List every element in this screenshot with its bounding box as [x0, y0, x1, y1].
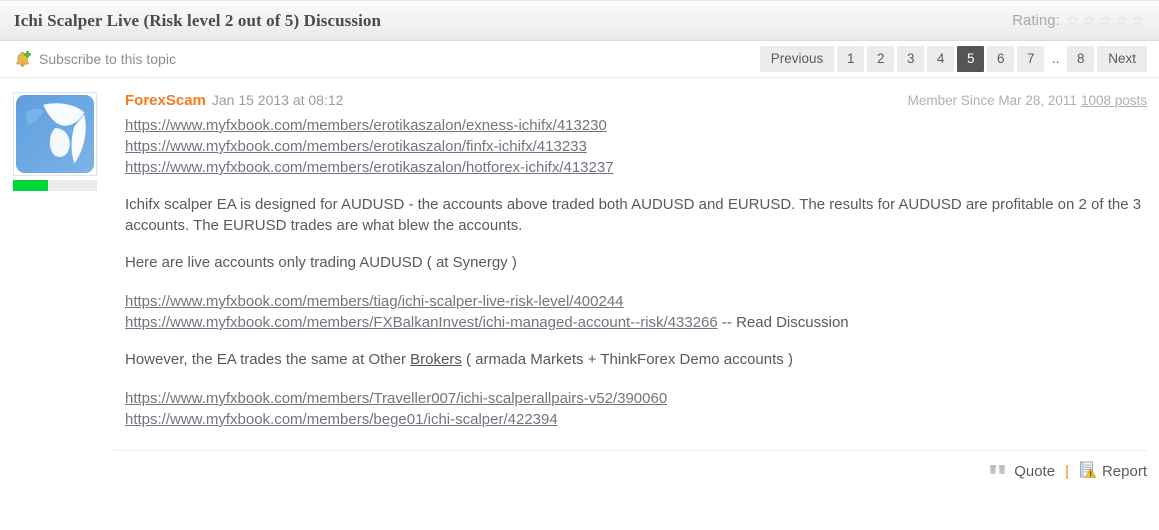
pagination-page-4[interactable]: 4	[927, 46, 955, 72]
subscribe-to-topic-button[interactable]: Subscribe to this topic	[13, 50, 176, 69]
report-warning-icon	[1079, 461, 1097, 483]
post-link-6[interactable]: https://www.myfxbook.com/members/Travell…	[125, 388, 1147, 409]
star-icon-2[interactable]: ☆	[1082, 13, 1095, 28]
rating-label: Rating:	[1012, 12, 1060, 29]
star-icon-4[interactable]: ☆	[1115, 13, 1128, 28]
post-paragraph-2: Here are live accounts only trading AUDU…	[125, 254, 517, 271]
post: ForexScam Jan 15 2013 at 08:12 Member Si…	[0, 78, 1159, 430]
post-link-group-bottom: https://www.myfxbook.com/members/Travell…	[125, 388, 1147, 430]
post-link-4[interactable]: https://www.myfxbook.com/members/tiag/ic…	[125, 291, 1147, 312]
post-date: Jan 15 2013 at 08:12	[211, 92, 344, 108]
page-title: Ichi Scalper Live (Risk level 2 out of 5…	[14, 10, 382, 30]
pagination-page-7[interactable]: 7	[1017, 46, 1045, 72]
pagination-next[interactable]: Next	[1097, 46, 1147, 72]
reputation-bar-fill	[13, 180, 49, 191]
thread-toolbar: Subscribe to this topic Previous 1 2 3 4…	[0, 41, 1159, 78]
report-label: Report	[1101, 463, 1147, 480]
rating-widget[interactable]: Rating: ☆ ☆ ☆ ☆ ☆	[1012, 12, 1145, 29]
quote-label: Quote	[1014, 463, 1056, 480]
footer-separator: |	[1065, 463, 1069, 480]
star-icon-3[interactable]: ☆	[1099, 13, 1112, 28]
pagination-page-6[interactable]: 6	[987, 46, 1015, 72]
forum-thread-page: Ichi Scalper Live (Risk level 2 out of 5…	[0, 0, 1159, 530]
quote-button[interactable]: Quote	[989, 462, 1055, 482]
pagination-page-2[interactable]: 2	[867, 46, 895, 72]
post-header: ForexScam Jan 15 2013 at 08:12 Member Si…	[125, 92, 1147, 112]
avatar[interactable]	[13, 92, 97, 176]
report-button[interactable]: Report	[1079, 461, 1147, 483]
post-content-column: ForexScam Jan 15 2013 at 08:12 Member Si…	[105, 92, 1147, 430]
post-link-1[interactable]: https://www.myfxbook.com/members/erotika…	[125, 115, 1147, 136]
reputation-bar	[13, 180, 97, 191]
post-paragraph-3-before: However, the EA trades the same at Other	[125, 351, 411, 368]
post-link-5-line: https://www.myfxbook.com/members/FXBalka…	[125, 312, 1147, 333]
post-author-column	[13, 92, 105, 430]
pagination-page-3[interactable]: 3	[897, 46, 925, 72]
pagination-ellipsis: ..	[1051, 51, 1060, 67]
member-since-label: Member Since Mar 28, 2011	[907, 93, 1077, 108]
post-link-7[interactable]: https://www.myfxbook.com/members/bege01/…	[125, 409, 1147, 430]
post-author-meta: Member Since Mar 28, 2011 1008 posts	[908, 93, 1147, 108]
pagination-previous[interactable]: Previous	[759, 46, 835, 72]
pagination[interactable]: Previous 1 2 3 4 5 6 7 .. 8 Next	[759, 46, 1147, 72]
star-icon-1[interactable]: ☆	[1066, 13, 1079, 28]
brokers-link[interactable]: Brokers	[410, 351, 462, 368]
post-link-3[interactable]: https://www.myfxbook.com/members/erotika…	[125, 157, 1147, 178]
bull-avatar-image	[16, 95, 94, 173]
pagination-page-5-active[interactable]: 5	[957, 46, 985, 72]
post-body: https://www.myfxbook.com/members/erotika…	[125, 115, 1147, 430]
post-paragraph-1: Ichifx scalper EA is designed for AUDUSD…	[125, 196, 1142, 234]
star-icon-5[interactable]: ☆	[1132, 13, 1145, 28]
subscribe-label: Subscribe to this topic	[39, 51, 176, 67]
post-link-5[interactable]: https://www.myfxbook.com/members/FXBalka…	[125, 314, 718, 331]
post-paragraph-3-after: ( armada Markets + ThinkForex Demo accou…	[461, 351, 793, 368]
post-link-5-suffix: -- Read Discussion	[717, 314, 849, 331]
post-author-name[interactable]: ForexScam	[125, 92, 206, 109]
pagination-page-last[interactable]: 8	[1067, 46, 1095, 72]
bell-add-icon	[13, 50, 32, 69]
thread-title-bar: Ichi Scalper Live (Risk level 2 out of 5…	[0, 0, 1159, 41]
quote-mark-icon	[989, 462, 1008, 482]
rating-stars[interactable]: ☆ ☆ ☆ ☆ ☆	[1066, 13, 1145, 28]
post-count-link[interactable]: 1008 posts	[1081, 93, 1147, 108]
pagination-page-1[interactable]: 1	[837, 46, 865, 72]
post-paragraph-3: However, the EA trades the same at Other…	[125, 349, 1147, 370]
post-link-2[interactable]: https://www.myfxbook.com/members/erotika…	[125, 136, 1147, 157]
post-link-group-mid: https://www.myfxbook.com/members/tiag/ic…	[125, 291, 1147, 333]
post-footer-actions: Quote | Report	[113, 450, 1147, 492]
